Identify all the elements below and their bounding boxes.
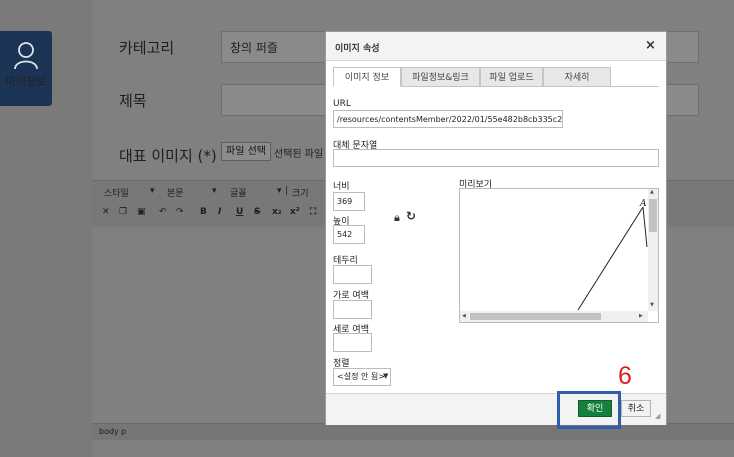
url-label: URL <box>333 99 351 109</box>
subscript-icon[interactable]: x₂ <box>272 207 282 217</box>
underline-icon[interactable]: U <box>236 207 243 217</box>
preview-pane: A ▲ ▼ ◀ ▶ <box>459 188 659 323</box>
preview-letter: A <box>640 199 647 209</box>
width-input[interactable]: 369 <box>333 192 365 211</box>
category-select-right <box>665 31 699 63</box>
preview-image <box>577 206 648 311</box>
align-value: <설정 안 됨> <box>337 372 385 381</box>
reset-size-icon[interactable]: ↻ <box>406 209 416 223</box>
superscript-icon[interactable]: x² <box>290 207 300 217</box>
image-label: 대표 이미지 (*) <box>119 147 217 165</box>
font-dropdown[interactable]: 글꼴 <box>230 186 247 199</box>
tab-image-info[interactable]: 이미지 정보 <box>333 67 401 87</box>
strikethrough-icon[interactable]: S <box>254 207 260 217</box>
status-path-p[interactable]: p <box>121 427 126 436</box>
image-properties-dialog: 이미지 속성 × 이미지 정보 파일정보&링크 파일 업로드 자세히 URL /… <box>325 31 667 425</box>
ok-button-highlight <box>557 391 621 429</box>
paste-icon[interactable]: ▣ <box>137 207 146 217</box>
user-icon <box>14 42 38 70</box>
font-dropdown-arrow-icon: ▾ <box>277 186 282 196</box>
url-input[interactable]: /resources/contentsMember/2022/01/55e482… <box>333 110 563 128</box>
width-label: 너비 <box>333 182 350 192</box>
category-value: 창의 퍼즐 <box>230 41 278 55</box>
scroll-right-icon[interactable]: ▶ <box>639 313 643 319</box>
preview-vertical-scrollbar[interactable]: ▲ ▼ <box>648 189 658 311</box>
style-dropdown-arrow-icon: ▾ <box>150 186 155 196</box>
redo-icon[interactable]: ↷ <box>176 207 184 217</box>
size-dropdown-separator: | <box>285 186 289 196</box>
format-dropdown-arrow-icon: ▾ <box>212 186 217 196</box>
status-path-body[interactable]: body <box>99 427 119 436</box>
close-icon[interactable]: × <box>645 38 656 53</box>
vspace-input[interactable] <box>333 333 372 352</box>
scroll-left-icon[interactable]: ◀ <box>462 313 466 319</box>
alt-text-input[interactable] <box>333 149 659 167</box>
hspace-input[interactable] <box>333 300 372 319</box>
tab-link[interactable]: 파일정보&링크 <box>401 67 480 87</box>
tab-advanced[interactable]: 자세히 <box>543 67 611 87</box>
title-input[interactable] <box>221 84 327 116</box>
bold-icon[interactable]: B <box>200 207 207 217</box>
format-dropdown[interactable]: 본문 <box>167 186 184 199</box>
editor-statusbar: body p <box>92 423 734 440</box>
border-input[interactable] <box>333 265 372 284</box>
scroll-up-icon[interactable]: ▲ <box>650 189 654 195</box>
title-label: 제목 <box>119 92 147 110</box>
height-input[interactable]: 542 <box>333 225 365 244</box>
undo-icon[interactable]: ↶ <box>159 207 167 217</box>
dialog-title: 이미지 속성 <box>335 44 380 54</box>
category-label: 카테고리 <box>119 39 175 57</box>
mypage-label: 마이정보 <box>5 75 47 88</box>
file-select-button[interactable]: 파일 선택 <box>221 142 271 161</box>
preview-vertical-thumb[interactable] <box>649 199 657 232</box>
style-dropdown[interactable]: 스타일 <box>104 186 129 199</box>
preview-horizontal-scrollbar[interactable]: ◀ ▶ <box>460 311 648 322</box>
align-chevron-down-icon: ▼ <box>383 372 389 380</box>
tab-upload[interactable]: 파일 업로드 <box>480 67 543 87</box>
scroll-down-icon[interactable]: ▼ <box>650 302 654 308</box>
italic-icon[interactable]: I <box>218 207 221 217</box>
title-input-right <box>665 84 699 116</box>
copy-icon[interactable]: ❐ <box>119 207 127 217</box>
size-dropdown[interactable]: 크기 <box>292 186 309 199</box>
resize-handle-icon[interactable]: ◢ <box>655 412 660 420</box>
mypage-button[interactable]: 마이정보 <box>0 31 52 106</box>
category-select[interactable]: 창의 퍼즐 <box>221 31 327 63</box>
maximize-icon[interactable]: ⛶ <box>310 207 316 217</box>
lock-ratio-icon[interactable]: 🔒︎ <box>394 211 400 225</box>
cancel-button[interactable]: 취소 <box>621 400 651 417</box>
dialog-titlebar[interactable]: 이미지 속성 × <box>326 32 666 61</box>
cut-icon[interactable]: ✕ <box>102 207 110 217</box>
step-number: 6 <box>618 362 632 390</box>
file-status: 선택된 파일 <box>274 149 324 160</box>
preview-horizontal-thumb[interactable] <box>470 313 601 320</box>
